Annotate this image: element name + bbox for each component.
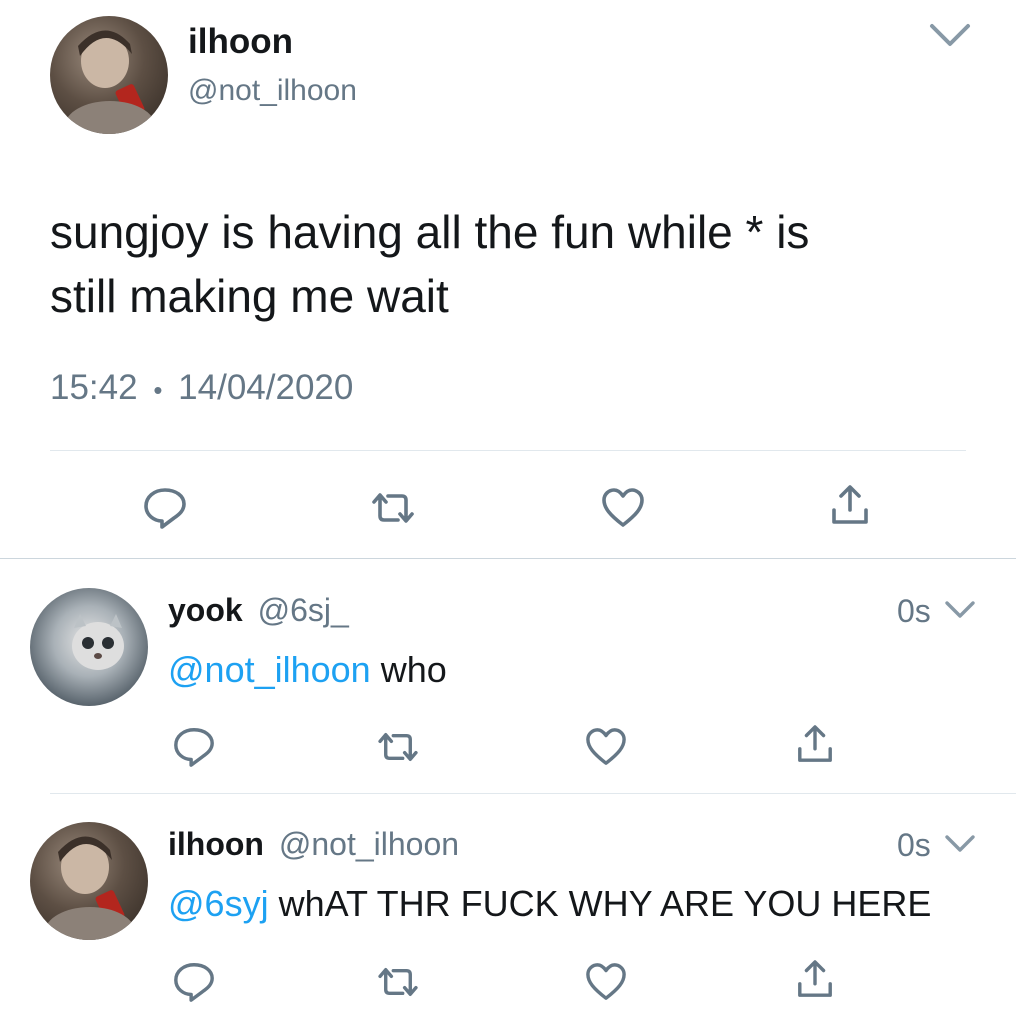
separator-dot: • (153, 375, 163, 405)
reply-icon[interactable] (172, 725, 216, 769)
time: 15:42 (50, 368, 138, 407)
timestamp[interactable]: 15:42 • 14/04/2020 (50, 366, 353, 412)
avatar[interactable] (30, 822, 148, 940)
avatar-photo (65, 30, 155, 134)
tweet-text-line: sungjoy is having all the fun while * is (50, 206, 810, 258)
avatar[interactable] (50, 16, 168, 134)
reply-icon[interactable] (172, 960, 216, 1004)
retweet-icon[interactable] (370, 490, 416, 526)
author-name[interactable]: yook (168, 592, 243, 628)
reply-body: whAT THR FUCK WHY ARE YOU HERE (268, 883, 932, 924)
reply-icon[interactable] (142, 485, 188, 531)
tweet-age: 0s (897, 827, 931, 863)
author-handle[interactable]: @not_ilhoon (188, 73, 357, 109)
heart-icon[interactable] (600, 487, 646, 529)
heart-icon[interactable] (584, 962, 628, 1002)
share-icon[interactable] (796, 959, 834, 1001)
reply-header: ilhoon @not_ilhoon (168, 824, 459, 864)
author-handle[interactable]: @6sj_ (258, 592, 349, 628)
chevron-down-icon[interactable] (944, 599, 976, 621)
reply-header: yook @6sj_ (168, 590, 349, 630)
heart-icon[interactable] (584, 727, 628, 767)
mention-link[interactable]: @not_ilhoon (168, 649, 371, 690)
reply-body: who (370, 649, 447, 690)
divider (50, 793, 1016, 794)
reply-text: @6syj whAT THR FUCK WHY ARE YOU HERE (168, 882, 931, 926)
tweet-age: 0s (897, 593, 931, 629)
divider (50, 450, 966, 451)
share-icon[interactable] (796, 724, 834, 766)
chevron-down-icon[interactable] (944, 833, 976, 855)
reply-text: @not_ilhoon who (168, 648, 447, 692)
author-name[interactable]: ilhoon (188, 22, 293, 62)
author-name[interactable]: ilhoon (168, 826, 264, 862)
chevron-down-icon[interactable] (928, 20, 972, 50)
avatar[interactable] (30, 588, 148, 706)
avatar-photo (45, 836, 135, 940)
divider (0, 558, 1016, 559)
avatar-photo (72, 614, 124, 670)
share-icon[interactable] (830, 484, 870, 528)
tweet-text-line: still making me wait (50, 270, 449, 322)
date: 14/04/2020 (178, 368, 354, 407)
retweet-icon[interactable] (376, 965, 420, 999)
tweet-text: sungjoy is having all the fun while * is… (50, 200, 809, 328)
author-handle[interactable]: @not_ilhoon (279, 826, 459, 862)
retweet-icon[interactable] (376, 730, 420, 764)
mention-link[interactable]: @6syj (168, 883, 269, 924)
